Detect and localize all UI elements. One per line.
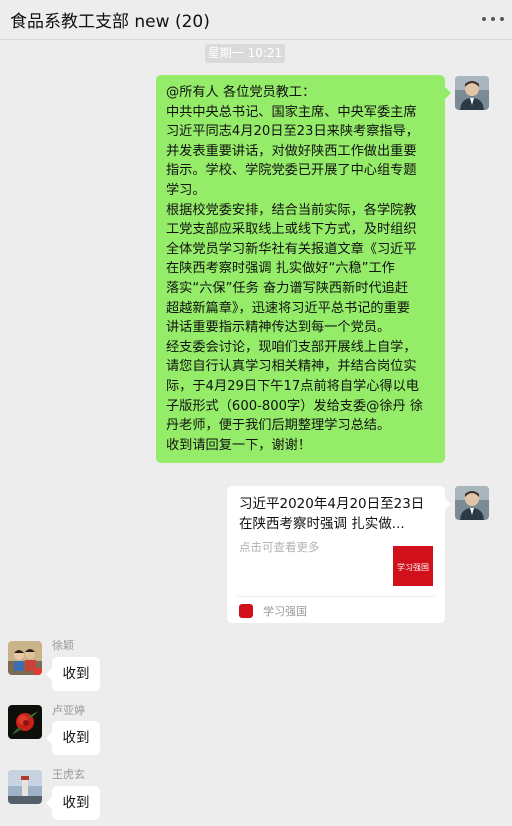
card-divider xyxy=(237,596,435,597)
article-source: 学习强国 xyxy=(263,605,307,618)
message-timestamp: 星期一 10:21 xyxy=(205,44,285,63)
member-avatar[interactable] xyxy=(8,641,42,675)
more-dots-icon[interactable] xyxy=(480,9,506,29)
member-avatar[interactable] xyxy=(8,705,42,739)
notice-line: 经支委会讨论，现咱们支部开展线上自学， xyxy=(166,339,417,355)
notice-line: 在陕西考察时强调 扎实做好“六稳”工作 xyxy=(166,261,395,277)
notice-line: 中共中央总书记、国家主席、中央军委主席 xyxy=(166,104,417,120)
sender-name: 徐颖 xyxy=(52,639,74,652)
reply-bubble[interactable]: 收到 xyxy=(46,786,100,820)
notice-line: 工党支部应采取线上或线下方式，及时组织 xyxy=(166,222,417,238)
thumbnail-label: 学习强国 xyxy=(397,562,429,572)
article-title: 习近平2020年4月20日至23日在陕西考察时强调 扎实做... xyxy=(239,496,425,532)
self-avatar[interactable] xyxy=(455,76,489,110)
xuexi-logo-thumbnail: 学习强国 xyxy=(393,546,433,586)
member-avatar[interactable] xyxy=(8,770,42,804)
notice-line: 学习。 xyxy=(166,182,206,198)
reply-bubble[interactable]: 收到 xyxy=(46,721,100,755)
reply-bubble[interactable]: 收到 xyxy=(46,657,100,691)
chat-title: 食品系教工支部 new (20) xyxy=(10,12,210,32)
sender-name: 卢亚婷 xyxy=(52,704,85,717)
sender-name: 王虎玄 xyxy=(52,768,85,781)
self-avatar[interactable] xyxy=(455,486,489,520)
notice-line: 习近平同志4月20日至23日来陕考察指导， xyxy=(166,124,419,140)
notice-line: 际，于4月29日下午17点前将自学心得以电 xyxy=(166,378,419,394)
notice-line: 子版形式（600-800字）发给支委@徐丹 徐 xyxy=(166,398,424,414)
notice-line: @所有人 各位党员教工： xyxy=(166,85,316,100)
xuexi-app-icon xyxy=(239,604,253,618)
notice-line: 根据校党委安排，结合当前实际，各学院教 xyxy=(166,202,417,218)
notice-line: 收到请回复一下，谢谢！ xyxy=(166,437,312,453)
shared-article-card[interactable]: 习近平2020年4月20日至23日在陕西考察时强调 扎实做... 点击可查看更多… xyxy=(227,486,451,623)
notice-line: 落实“六保”任务 奋力谱写陕西新时代追赶 xyxy=(166,280,409,296)
notice-line: 并发表重要讲话，对做好陕西工作做出重要 xyxy=(166,143,417,159)
notice-line: 超越新篇章》，迅速将习近平总书记的重要 xyxy=(166,300,410,316)
notice-line: 请您自行认真学习相关精神，并结合岗位实 xyxy=(166,359,417,375)
article-description: 点击可查看更多 xyxy=(239,540,320,554)
chat-header: 食品系教工支部 new (20) xyxy=(0,0,512,40)
notice-line: 指示。学校、学院党委已开展了中心组专题 xyxy=(166,163,417,179)
notice-line: 讲话重要指示精神传达到每一个党员。 xyxy=(166,320,391,336)
notice-line: 丹老师，便于我们后期整理学习总结。 xyxy=(166,418,391,434)
notice-message-bubble[interactable]: @所有人 各位党员教工： 中共中央总书记、国家主席、中央军委主席 习近平同志4月… xyxy=(156,75,451,464)
notice-line: 全体党员学习新华社有关报道文章《习近平 xyxy=(166,241,417,257)
